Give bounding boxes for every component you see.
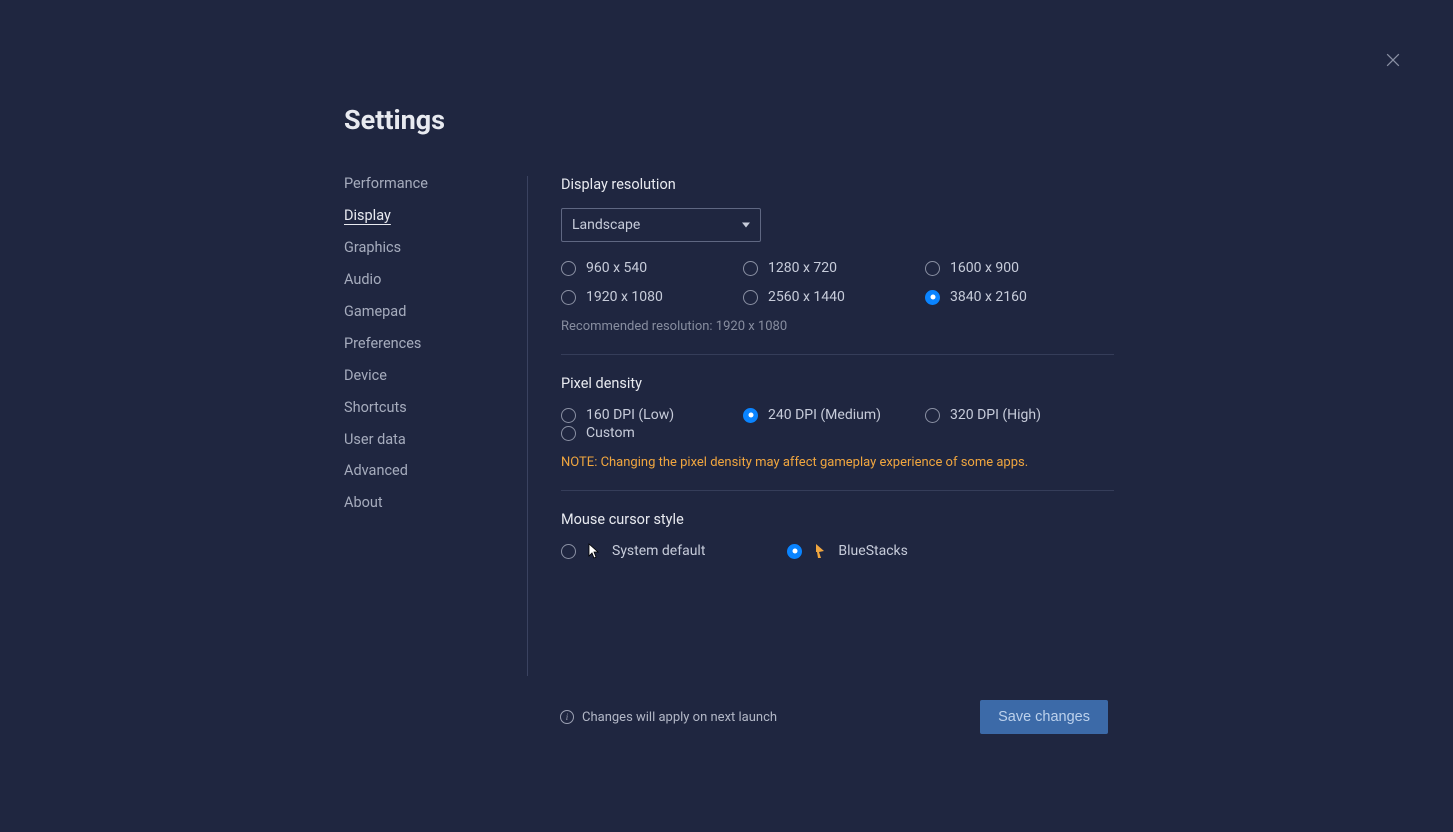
radio-circle-icon <box>743 261 758 276</box>
page-title: Settings <box>344 104 1114 136</box>
radio-circle-icon <box>561 290 576 305</box>
section-pixel-density: Pixel density 160 DPI (Low) 240 DPI (Medi… <box>561 375 1114 491</box>
bluestacks-cursor-icon <box>812 543 828 559</box>
save-changes-button[interactable]: Save changes <box>980 700 1108 734</box>
radio-circle-icon <box>925 261 940 276</box>
sidebar-item-gamepad[interactable]: Gamepad <box>344 304 507 320</box>
display-resolution-title: Display resolution <box>561 176 1114 193</box>
radio-circle-icon <box>561 408 576 423</box>
radio-label: 1280 x 720 <box>768 260 837 276</box>
sidebar-item-display[interactable]: Display <box>344 208 507 224</box>
sidebar-item-performance[interactable]: Performance <box>344 176 507 192</box>
radio-circle-icon <box>925 290 940 305</box>
radio-resolution-3840x2160[interactable]: 3840 x 2160 <box>925 289 1107 305</box>
radio-dpi-320-dpi-high-[interactable]: 320 DPI (High) <box>925 407 1107 423</box>
radio-label: 320 DPI (High) <box>950 407 1041 423</box>
chevron-down-icon <box>742 223 750 228</box>
section-mouse-cursor: Mouse cursor style System default BlueSta… <box>561 511 1114 579</box>
radio-resolution-960x540[interactable]: 960 x 540 <box>561 260 743 276</box>
recommended-resolution-text: Recommended resolution: 1920 x 1080 <box>561 319 1114 334</box>
radio-label: 960 x 540 <box>586 260 647 276</box>
radio-circle-icon <box>743 290 758 305</box>
sidebar-item-user-data[interactable]: User data <box>344 432 507 448</box>
radio-cursor-system-default[interactable]: System default <box>561 543 705 559</box>
radio-resolution-2560x1440[interactable]: 2560 x 1440 <box>743 289 925 305</box>
radio-circle-icon <box>925 408 940 423</box>
sidebar-item-device[interactable]: Device <box>344 368 507 384</box>
radio-label: Custom <box>586 425 635 441</box>
radio-circle-icon <box>743 408 758 423</box>
radio-label: 3840 x 2160 <box>950 289 1027 305</box>
radio-label: 1600 x 900 <box>950 260 1019 276</box>
radio-label: System default <box>612 543 705 559</box>
radio-label: BlueStacks <box>838 543 907 559</box>
radio-resolution-1600x900[interactable]: 1600 x 900 <box>925 260 1107 276</box>
sidebar-item-preferences[interactable]: Preferences <box>344 336 507 352</box>
footer-notice: i Changes will apply on next launch <box>560 710 777 725</box>
info-icon: i <box>560 710 574 724</box>
settings-sidebar: Performance Display Graphics Audio Gamepad Pr… <box>344 176 528 676</box>
close-button[interactable] <box>1383 50 1403 70</box>
sidebar-item-shortcuts[interactable]: Shortcuts <box>344 400 507 416</box>
radio-resolution-1920x1080[interactable]: 1920 x 1080 <box>561 289 743 305</box>
radio-dpi-240-dpi-medium-[interactable]: 240 DPI (Medium) <box>743 407 925 423</box>
radio-dpi-160-dpi-low-[interactable]: 160 DPI (Low) <box>561 407 743 423</box>
system-cursor-icon <box>586 543 602 559</box>
section-display-resolution: Display resolution Landscape 960 x 540 12… <box>561 176 1114 355</box>
radio-circle-icon <box>561 426 576 441</box>
radio-dpi-custom[interactable]: Custom <box>561 425 1114 441</box>
pixel-density-title: Pixel density <box>561 375 1114 392</box>
sidebar-item-advanced[interactable]: Advanced <box>344 463 507 479</box>
radio-resolution-1280x720[interactable]: 1280 x 720 <box>743 260 925 276</box>
pixel-density-note: NOTE: Changing the pixel density may aff… <box>561 455 1114 470</box>
radio-label: 240 DPI (Medium) <box>768 407 881 423</box>
radio-circle-icon <box>561 261 576 276</box>
radio-circle-icon <box>787 544 802 559</box>
footer-notice-text: Changes will apply on next launch <box>582 710 777 725</box>
radio-label: 160 DPI (Low) <box>586 407 674 423</box>
radio-label: 1920 x 1080 <box>586 289 663 305</box>
orientation-select-value: Landscape <box>572 217 640 233</box>
radio-cursor-bluestacks[interactable]: BlueStacks <box>787 543 907 559</box>
sidebar-item-audio[interactable]: Audio <box>344 272 507 288</box>
radio-label: 2560 x 1440 <box>768 289 845 305</box>
radio-circle-icon <box>561 544 576 559</box>
sidebar-item-about[interactable]: About <box>344 495 507 511</box>
mouse-cursor-title: Mouse cursor style <box>561 511 1114 528</box>
orientation-select[interactable]: Landscape <box>561 208 761 242</box>
sidebar-item-graphics[interactable]: Graphics <box>344 240 507 256</box>
